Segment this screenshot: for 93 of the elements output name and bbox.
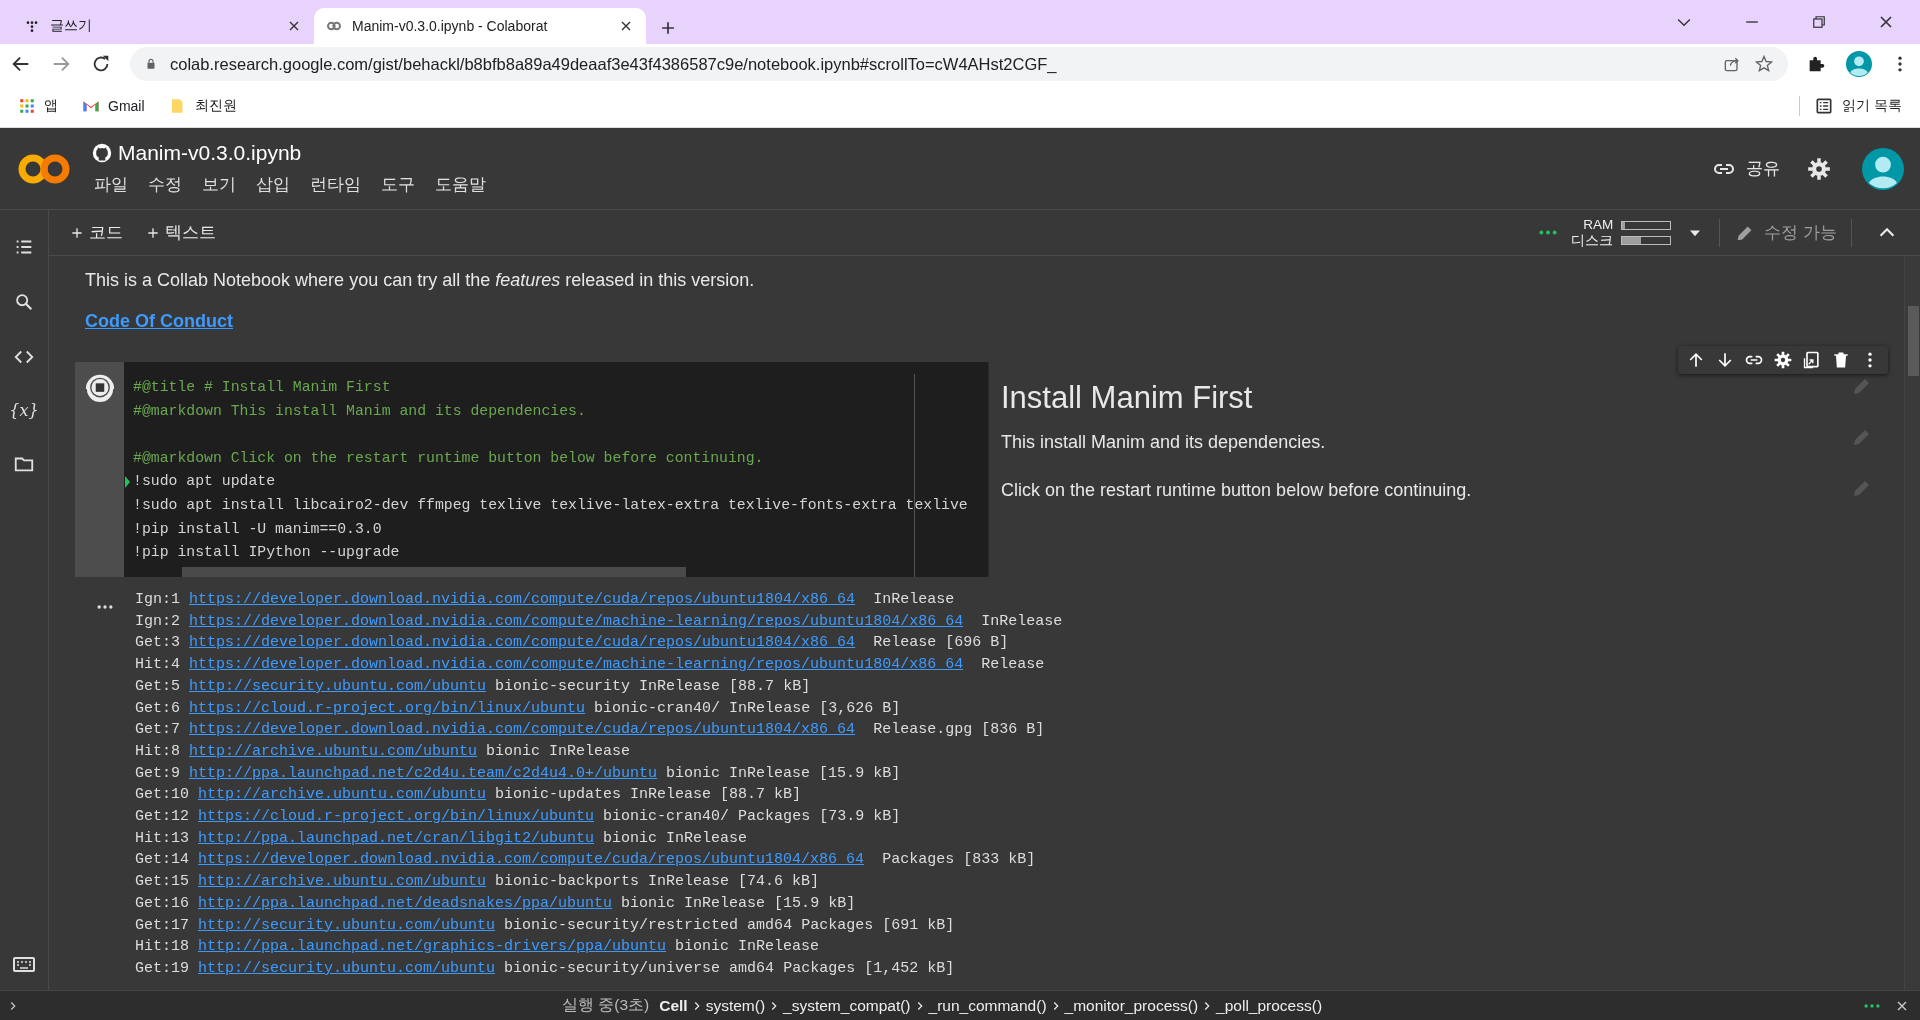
output-link[interactable]: https://cloud.r-project.org/bin/linux/ubuntu [189,699,586,717]
output-link[interactable]: http://security.ubuntu.com/ubuntu [189,677,487,695]
search-icon[interactable] [13,291,35,313]
resources-button[interactable]: RAM 디스크 [1571,216,1672,249]
output-line: Ign:1 https://developer.download.nvidia.com/compute/cuda/repos/ubuntu1804/x86_64 InRelease [135,590,956,610]
output-line: Get:5 http://security.ubuntu.com/ubuntu bionic-security InRelease [88.7 kB] [135,676,812,697]
mirror-cell-icon[interactable] [1802,350,1822,370]
status-dots-icon [1864,1003,1880,1008]
menu-item[interactable]: 도움말 [435,173,486,196]
output-link[interactable]: https://developer.download.nvidia.com/compute/machine-learning/repos/ubuntu1804/x86_64 [189,612,964,630]
reading-list-link[interactable]: 읽기 목록 [1842,96,1902,115]
delete-icon[interactable] [1831,350,1851,370]
output-line: Get:7 https://developer.download.nvidia.com/compute/cuda/repos/ubuntu1804/x86_64 Release.gpg [836 B] [135,720,1046,741]
variables-icon[interactable]: {x} [9,401,39,420]
github-icon [92,143,112,163]
code-editor[interactable] [124,362,988,577]
trace-item[interactable]: _run_command() [928,996,1047,1015]
form-title: Install Manim First [1001,380,1254,416]
code-line: #@markdown This install Manim and its dependencies. [133,402,586,419]
code-line: #@title # Install Manim First [133,379,391,395]
output-link[interactable]: http://ppa.launchpad.net/cran/libgit2/ubuntu [198,829,595,847]
output-line: Get:6 https://cloud.r-project.org/bin/linux/ubuntu bionic-cran40/ InRelease [3,626 B] [135,698,902,719]
output-line: Get:9 http://ppa.launchpad.net/c2d4u.team/c2d4u4.0+/ubuntu bionic InRelease [15.9 kB] [135,763,902,784]
output-line: Get:15 http://archive.ubuntu.com/ubuntu bionic-backports InRelease [74.6 kB] [135,872,821,893]
output-link[interactable]: http://ppa.launchpad.net/graphics-drivers/ppa/ubuntu [198,938,667,956]
add-cell-button[interactable]: 코드 [69,221,123,244]
output-link[interactable]: https://developer.download.nvidia.com/compute/cuda/repos/ubuntu1804/x86_64 [189,721,856,739]
output-link[interactable]: https://developer.download.nvidia.com/compute/cuda/repos/ubuntu1804/x86_64 [189,634,856,652]
form-text: Click on the restart runtime button below before continuing. [1001,480,1473,501]
output-link[interactable]: http://security.ubuntu.com/ubuntu [198,916,496,934]
restore-icon[interactable] [1810,13,1828,31]
trace-item[interactable]: Cell [659,996,688,1015]
status-dots-icon [1539,230,1558,235]
trace-item[interactable]: _system_compat() [783,996,911,1015]
code-line: !pip install IPython --upgrade [133,544,400,561]
add-cell-button[interactable]: 텍스트 [145,221,216,244]
output-line: Get:16 http://ppa.launchpad.net/deadsnakes/ppa/ubuntu bionic InRelease [15.9 kB] [135,893,857,914]
output-link[interactable]: http://archive.ubuntu.com/ubuntu [198,786,487,804]
notebook-title[interactable]: Manim-v0.3.0.ipynb [118,141,302,165]
bookmark-link[interactable]: 최진원 [194,96,237,115]
output-link[interactable]: http://ppa.launchpad.net/c2d4u.team/c2d4u4.0+/ubuntu [189,764,658,782]
output-line: Hit:13 http://ppa.launchpad.net/cran/libgit2/ubuntu bionic InRelease [135,828,749,849]
execution-status: 실행 중(3초) [561,995,650,1015]
url-text: colab.research.google.com/gist/behackl/b8bfb8a89a49deaaf3e43f4386587c9e/notebook.ipynb#scrollTo=cW4AHst2CGF_ [170,54,1058,74]
stop-button-icon[interactable] [82,372,117,406]
bookmark-link[interactable]: 앱 [44,96,58,115]
output-link[interactable]: http://ppa.launchpad.net/deadsnakes/ppa/ubuntu [198,894,613,912]
dots-icon [24,18,40,34]
menu-item[interactable]: 파일 [94,173,128,196]
output-line: Hit:4 https://developer.download.nvidia.com/compute/machine-learning/repos/ubuntu1804/x86_64 Release [135,655,1046,676]
menu-item[interactable]: 삽입 [256,173,290,196]
trace-item[interactable]: system() [705,996,766,1015]
output-line: Ign:2 https://developer.download.nvidia.com/compute/machine-learning/repos/ubuntu1804/x86_64 InRelease [135,611,1063,632]
browser-tab[interactable]: 글쓰기 [12,8,314,44]
code-line: !sudo apt install libcairo2-dev ffmpeg texlive texlive-latex-extra texlive-fonts-extra texlive [133,496,968,513]
intro-text: This is a Collab Notebook where you can try all the features released in this version. [85,270,756,291]
output-link[interactable]: https://developer.download.nvidia.com/compute/machine-learning/repos/ubuntu1804/x86_64 [189,656,964,674]
bookmark-link[interactable]: Gmail [108,97,145,114]
menu-item[interactable]: 보기 [202,173,236,196]
output-line: Get:3 https://developer.download.nvidia.com/compute/cuda/repos/ubuntu1804/x86_64 Release [696 B] [135,633,1010,654]
output-line: Get:17 http://security.ubuntu.com/ubuntu bionic-security/restricted amd64 Packages [691 kB] [135,915,956,936]
output-link[interactable]: http://archive.ubuntu.com/ubuntu [198,873,487,891]
output-link[interactable]: https://developer.download.nvidia.com/compute/cuda/repos/ubuntu1804/x86_64 [198,851,865,869]
apps-grid-icon [18,96,36,115]
trace-item[interactable]: _monitor_process() [1064,996,1199,1015]
output-line: Hit:8 http://archive.ubuntu.com/ubuntu bionic InRelease [135,741,632,762]
menu-item[interactable]: 도구 [381,173,415,196]
output-link[interactable]: https://developer.download.nvidia.com/compute/cuda/repos/ubuntu1804/x86_64 [189,591,856,608]
browser-tab[interactable]: Manim-v0.3.0.ipynb - Colaborat [314,8,646,44]
settings-icon[interactable] [1806,155,1832,182]
edit-mode-button[interactable]: 수정 가능 [1734,221,1837,244]
menu-item[interactable]: 수정 [148,173,182,196]
star-icon[interactable] [1754,54,1774,74]
code-line: !sudo apt update [133,473,276,490]
share-button[interactable]: 공유 [1712,156,1780,181]
trace-item[interactable]: _poll_process() [1216,996,1323,1015]
avatar-icon[interactable] [1862,147,1904,190]
output-link[interactable]: http://archive.ubuntu.com/ubuntu [189,742,478,760]
output-line: Get:14 https://developer.download.nvidia.com/compute/cuda/repos/ubuntu1804/x86_64 Packages [833 kB] [135,850,1037,871]
code-line: #@markdown Click on the restart runtime button below before continuing. [133,449,764,466]
output-line: Get:12 https://cloud.r-project.org/bin/linux/ubuntu bionic-cran40/ Packages [73.9 kB] [135,807,902,828]
output-link[interactable]: http://security.ubuntu.com/ubuntu [198,959,496,977]
scrollbar-thumb[interactable] [182,567,686,577]
code-of-conduct-link[interactable]: Code Of Conduct [85,311,233,332]
output-line: Hit:18 http://ppa.launchpad.net/graphics-drivers/ppa/ubuntu bionic InRelease [135,937,821,958]
form-text: This install Manim and its dependencies. [1001,432,1327,453]
scrollbar-thumb[interactable] [1908,306,1919,376]
output-line: Get:19 http://security.ubuntu.com/ubuntu bionic-security/universe amd64 Packages [1,452 kB] [135,958,956,979]
menu-item[interactable]: 런타임 [310,173,361,196]
address-bar[interactable]: colab.research.google.com/gist/behackl/b8bfb8a89a49deaaf3e43f4386587c9e/notebook.ipynb#scrollTo=cW4AHst2CGF_ [130,47,1788,81]
output-line: Get:10 http://archive.ubuntu.com/ubuntu bionic-updates InRelease [88.7 kB] [135,785,803,806]
code-line: !pip install -U manim==0.3.0 [133,520,382,537]
output-link[interactable]: https://cloud.r-project.org/bin/linux/ubuntu [198,808,595,826]
